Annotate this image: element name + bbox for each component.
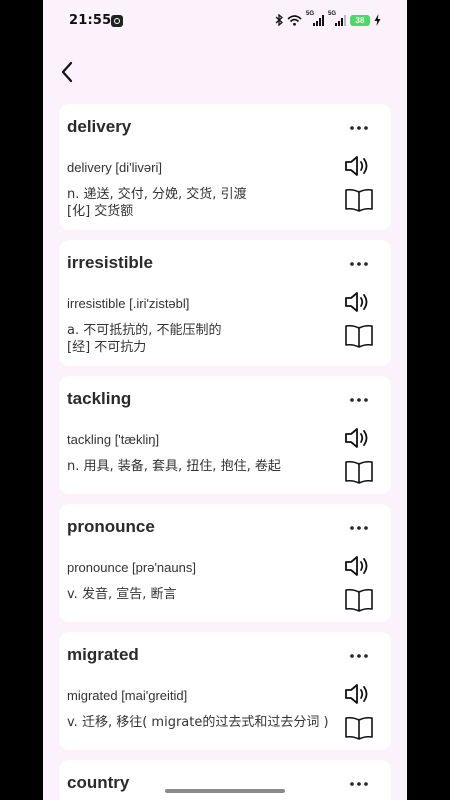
sim1-network-label: 5G bbox=[306, 10, 315, 17]
play-audio-button[interactable] bbox=[343, 424, 371, 452]
more-dots-icon bbox=[350, 526, 368, 530]
book-icon bbox=[345, 188, 373, 212]
book-icon bbox=[345, 588, 373, 612]
more-dots-icon bbox=[350, 782, 368, 786]
speaker-icon bbox=[345, 684, 368, 704]
more-dots-icon bbox=[350, 654, 368, 658]
battery-indicator: 38 bbox=[350, 14, 370, 26]
home-indicator[interactable] bbox=[165, 789, 285, 793]
speaker-icon bbox=[345, 292, 368, 312]
back-button[interactable] bbox=[55, 60, 79, 84]
dictionary-button[interactable] bbox=[343, 586, 375, 614]
definition-line: n. 递送, 交付, 分娩, 交货, 引渡 bbox=[67, 187, 247, 202]
wifi-icon bbox=[287, 11, 302, 30]
word-card-header: delivery bbox=[59, 104, 391, 150]
dictionary-button[interactable] bbox=[343, 322, 375, 350]
book-icon bbox=[345, 460, 373, 484]
status-indicators: 5G 5G 38 bbox=[275, 11, 381, 30]
signal-sim2-icon: 5G bbox=[328, 11, 346, 26]
definition-row: n. 递送, 交付, 分娩, 交货, 引渡 [化] 交货额 bbox=[59, 186, 391, 230]
word-list: delivery delivery [di'livəri] n. 递送, 交付, 分… bbox=[59, 104, 391, 800]
pronunciation-text: migrated [mai'greitid] bbox=[67, 688, 188, 703]
sim2-network-label: 5G bbox=[328, 10, 337, 17]
speaker-icon bbox=[345, 156, 368, 176]
pronunciation-row: delivery [di'livəri] bbox=[59, 150, 391, 186]
back-arrow-icon bbox=[61, 61, 73, 83]
play-audio-button[interactable] bbox=[343, 680, 371, 708]
more-dots-icon bbox=[350, 126, 368, 130]
pronunciation-text: tackling ['tækliŋ] bbox=[67, 432, 160, 447]
word-title: delivery bbox=[67, 117, 132, 136]
more-options-button[interactable] bbox=[347, 256, 371, 272]
word-card[interactable]: tackling tackling ['tækliŋ] n. 用具, 装备, 套具,… bbox=[59, 376, 391, 494]
word-card[interactable]: irresistible irresistible [.iri'zistəbl] a… bbox=[59, 240, 391, 366]
bluetooth-icon bbox=[275, 11, 283, 30]
pronunciation-row: migrated [mai'greitid] bbox=[59, 678, 391, 714]
word-card[interactable]: delivery delivery [di'livəri] n. 递送, 交付, 分… bbox=[59, 104, 391, 230]
word-title: migrated bbox=[67, 645, 139, 664]
word-card[interactable]: country bbox=[59, 760, 391, 800]
definition-line: a. 不可抵抗的, 不能压制的 bbox=[67, 323, 222, 338]
pronunciation-text: pronounce [prə'nauns] bbox=[67, 560, 196, 575]
word-card-header: irresistible bbox=[59, 240, 391, 286]
notification-app-icon bbox=[111, 15, 123, 27]
word-title: irresistible bbox=[67, 253, 153, 272]
dictionary-button[interactable] bbox=[343, 458, 375, 486]
word-card-header: migrated bbox=[59, 632, 391, 678]
word-title: tackling bbox=[67, 389, 132, 408]
word-card[interactable]: pronounce pronounce [prə'nauns] v. 发音, 宣告,… bbox=[59, 504, 391, 622]
definition-row: n. 用具, 装备, 套具, 扭住, 抱住, 卷起 bbox=[59, 458, 391, 494]
play-audio-button[interactable] bbox=[343, 288, 371, 316]
pronunciation-row: tackling ['tækliŋ] bbox=[59, 422, 391, 458]
definition-line: [化] 交货额 bbox=[67, 204, 134, 219]
play-audio-button[interactable] bbox=[343, 152, 371, 180]
dictionary-button[interactable] bbox=[343, 186, 375, 214]
dictionary-button[interactable] bbox=[343, 714, 375, 742]
pronunciation-text: irresistible [.iri'zistəbl] bbox=[67, 296, 190, 311]
more-options-button[interactable] bbox=[347, 776, 371, 792]
more-options-button[interactable] bbox=[347, 648, 371, 664]
word-title: country bbox=[67, 773, 130, 792]
definition-line: v. 迁移, 移往( migrate的过去式和过去分词 ) bbox=[67, 715, 329, 730]
word-title: pronounce bbox=[67, 517, 155, 536]
definition-line: v. 发音, 宣告, 断言 bbox=[67, 587, 177, 602]
play-audio-button[interactable] bbox=[343, 552, 371, 580]
more-dots-icon bbox=[350, 262, 368, 266]
definition-row: v. 迁移, 移往( migrate的过去式和过去分词 ) bbox=[59, 714, 391, 750]
definition-line: n. 用具, 装备, 套具, 扭住, 抱住, 卷起 bbox=[67, 459, 281, 474]
word-card[interactable]: migrated migrated [mai'greitid] v. 迁移, 移往(… bbox=[59, 632, 391, 750]
word-card-header: country bbox=[59, 760, 391, 800]
pronunciation-row: irresistible [.iri'zistəbl] bbox=[59, 286, 391, 322]
signal-sim1-icon: 5G bbox=[306, 11, 324, 26]
word-card-header: pronounce bbox=[59, 504, 391, 550]
charging-icon bbox=[374, 11, 381, 30]
status-bar: 21:55 5G 5G 38 bbox=[43, 0, 407, 44]
app-screen: 21:55 5G 5G 38 delivery delivery [di'liv… bbox=[43, 0, 407, 800]
definition-row: a. 不可抵抗的, 不能压制的 [经] 不可抗力 bbox=[59, 322, 391, 366]
more-options-button[interactable] bbox=[347, 520, 371, 536]
speaker-icon bbox=[345, 556, 368, 576]
more-options-button[interactable] bbox=[347, 392, 371, 408]
more-options-button[interactable] bbox=[347, 120, 371, 136]
more-dots-icon bbox=[350, 398, 368, 402]
pronunciation-text: delivery [di'livəri] bbox=[67, 160, 162, 175]
book-icon bbox=[345, 324, 373, 348]
speaker-icon bbox=[345, 428, 368, 448]
definition-line: [经] 不可抗力 bbox=[67, 340, 147, 355]
book-icon bbox=[345, 716, 373, 740]
word-card-header: tackling bbox=[59, 376, 391, 422]
pronunciation-row: pronounce [prə'nauns] bbox=[59, 550, 391, 586]
definition-row: v. 发音, 宣告, 断言 bbox=[59, 586, 391, 622]
status-time: 21:55 bbox=[69, 13, 112, 28]
